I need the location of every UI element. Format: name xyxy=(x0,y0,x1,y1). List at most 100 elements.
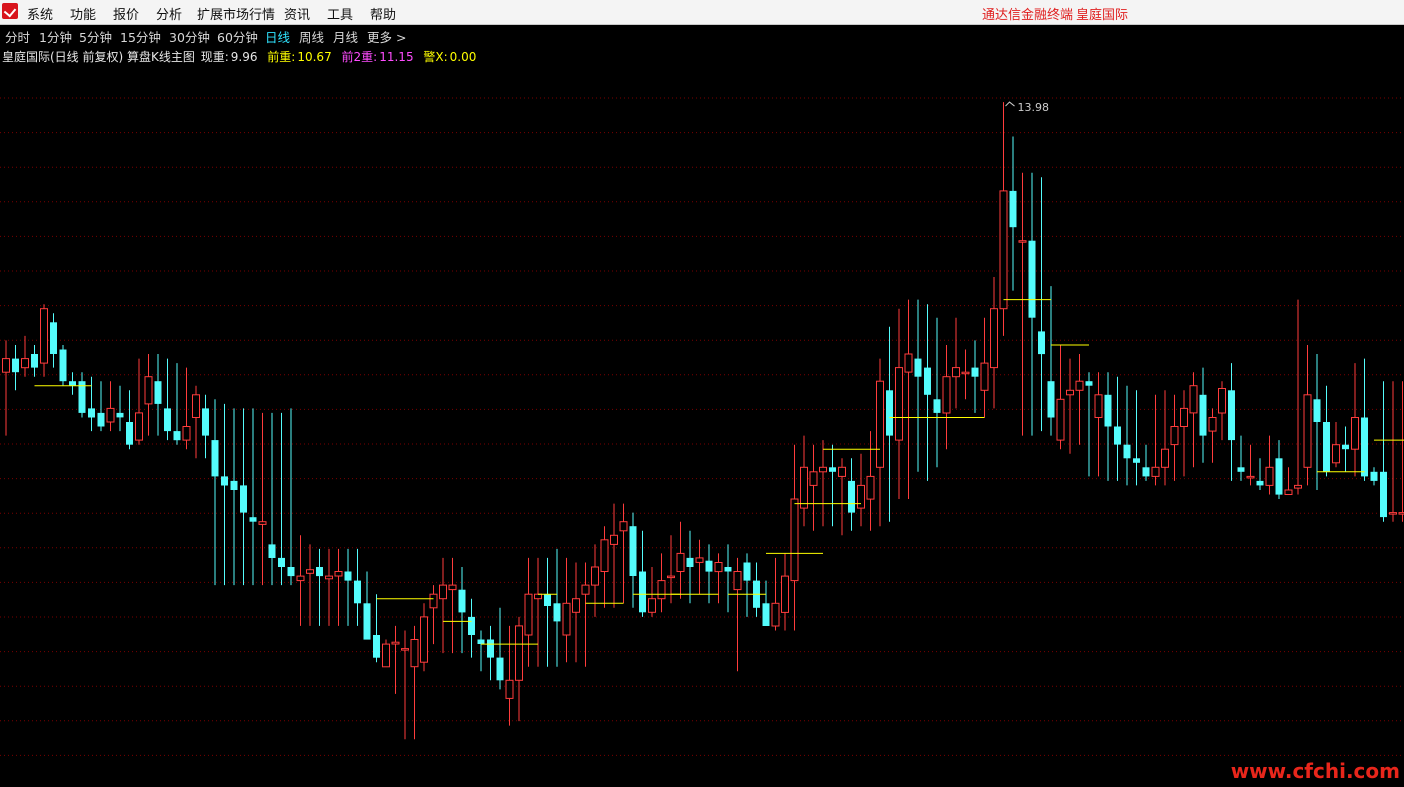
candle-body xyxy=(629,526,637,576)
candle-body xyxy=(648,598,656,613)
candle-body xyxy=(230,480,238,490)
candle-body xyxy=(1332,444,1340,464)
candle-body xyxy=(316,567,323,577)
candle-body xyxy=(771,602,780,627)
candle-body xyxy=(1284,489,1293,495)
candle-body xyxy=(657,580,666,600)
candle-body xyxy=(553,603,561,622)
candle-body xyxy=(1066,389,1074,396)
candle-body xyxy=(1313,399,1321,422)
candle-body xyxy=(743,562,751,581)
candle-body xyxy=(904,353,913,373)
max-price-label: 13.98 xyxy=(1018,101,1050,114)
candle-body xyxy=(173,431,181,441)
candle-body xyxy=(240,485,247,513)
candle-body xyxy=(382,643,390,668)
menu-function[interactable]: 功能 xyxy=(70,4,96,23)
candle-body xyxy=(144,376,153,405)
app-title: 通达信金融终端 xyxy=(982,8,1074,23)
candle-body xyxy=(287,567,295,577)
candle-body xyxy=(544,594,551,606)
period-intraday[interactable]: 分时 xyxy=(5,27,30,46)
kline-chart[interactable]: 13.98 xyxy=(0,62,1404,783)
candle-body xyxy=(781,575,789,613)
candle-body xyxy=(857,484,865,509)
candle-body xyxy=(1180,407,1188,427)
kline-chart-area[interactable]: 13.98 xyxy=(0,62,1404,783)
candle-body xyxy=(1370,471,1378,481)
candle-body xyxy=(1398,512,1404,515)
candle-body xyxy=(762,603,770,626)
candle-body xyxy=(1047,381,1055,418)
candle-body xyxy=(487,639,494,658)
candle-body xyxy=(429,593,438,609)
period-5min[interactable]: 5分钟 xyxy=(79,27,112,46)
candle-body xyxy=(1114,426,1121,445)
candle-body xyxy=(971,367,979,377)
menu-system[interactable]: 系统 xyxy=(27,4,53,23)
candle-body xyxy=(1009,190,1017,228)
candle-body xyxy=(306,569,314,574)
candle-body xyxy=(410,639,419,668)
candle-body xyxy=(1038,331,1045,355)
candle-body xyxy=(581,584,590,595)
candle-body xyxy=(496,657,504,681)
candle-body xyxy=(1294,484,1302,489)
period-daily[interactable]: 日线 xyxy=(265,27,290,46)
candle-body xyxy=(505,679,514,699)
candle-body xyxy=(1256,480,1264,486)
candle-body xyxy=(610,534,618,545)
candle-body xyxy=(1151,466,1160,477)
candle-body xyxy=(106,407,115,423)
candle-body xyxy=(468,616,475,635)
candle-body xyxy=(278,557,285,567)
candle-body xyxy=(790,498,799,582)
candle-body xyxy=(154,381,162,404)
candle-body xyxy=(249,517,257,522)
candle-body xyxy=(116,412,124,418)
menu-quote[interactable]: 报价 xyxy=(113,4,139,23)
candle-body xyxy=(439,584,447,600)
candle-body xyxy=(600,539,609,572)
candle-body xyxy=(1303,394,1312,468)
candle-body xyxy=(819,466,827,473)
candle-body xyxy=(952,367,960,378)
candle-body xyxy=(1123,444,1131,459)
period-weekly[interactable]: 周线 xyxy=(299,27,324,46)
candle-body xyxy=(202,408,209,436)
candle-body xyxy=(886,390,893,436)
candle-body xyxy=(515,625,523,681)
candle-body xyxy=(334,571,343,577)
candle-body xyxy=(686,557,694,567)
candle-body xyxy=(1199,394,1207,436)
candle-body xyxy=(1208,417,1217,432)
menu-extended-market[interactable]: 扩展市场行情 xyxy=(197,4,275,23)
candle-body xyxy=(21,358,29,369)
candle-body xyxy=(373,635,380,658)
period-monthly[interactable]: 月线 xyxy=(333,27,358,46)
menu-tools[interactable]: 工具 xyxy=(327,4,353,23)
menu-news[interactable]: 资讯 xyxy=(284,4,310,23)
candle-body xyxy=(1380,471,1387,518)
candle-body xyxy=(164,408,171,432)
candle-body xyxy=(458,589,466,613)
candle-body xyxy=(1075,380,1084,391)
candle-body xyxy=(591,566,599,586)
candle-body xyxy=(211,440,219,477)
candle-body xyxy=(676,552,685,572)
candle-body xyxy=(1218,388,1226,414)
candle-body xyxy=(895,367,903,441)
period-30min[interactable]: 30分钟 xyxy=(169,27,210,46)
menu-help[interactable]: 帮助 xyxy=(370,4,396,23)
candle-body xyxy=(914,358,922,377)
app-logo-icon[interactable] xyxy=(2,3,18,19)
menu-bar: 系统 功能 报价 分析 扩展市场行情 资讯 工具 帮助 通达信金融终端 皇庭国际 xyxy=(0,0,1404,25)
period-15min[interactable]: 15分钟 xyxy=(120,27,161,46)
period-more[interactable]: 更多 > xyxy=(367,27,406,46)
period-1min[interactable]: 1分钟 xyxy=(39,27,72,46)
menu-analysis[interactable]: 分析 xyxy=(156,4,182,23)
candle-body xyxy=(524,593,533,636)
candle-body xyxy=(448,584,457,591)
period-60min[interactable]: 60分钟 xyxy=(217,27,258,46)
candle-body xyxy=(714,562,723,573)
